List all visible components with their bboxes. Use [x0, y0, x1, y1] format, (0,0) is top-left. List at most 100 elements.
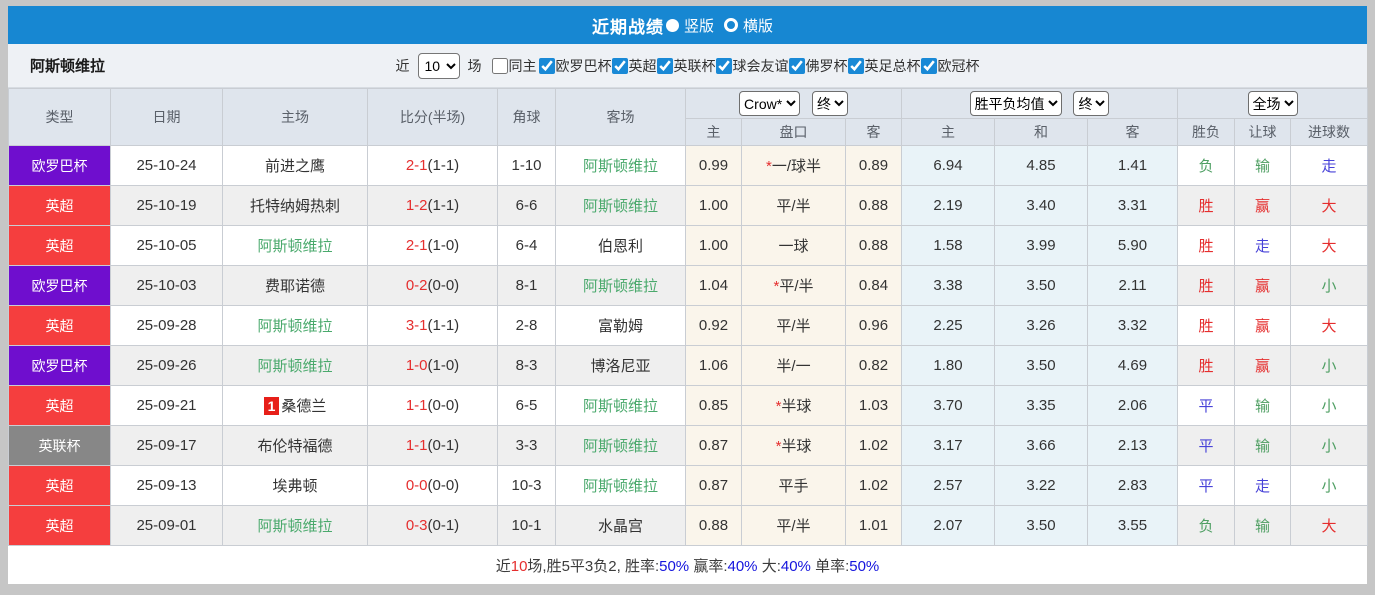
filter-label-0: 同主 [508, 57, 537, 74]
avg-away-cell: 3.55 [1086, 505, 1179, 546]
fulltime-score: 2-1 [405, 237, 428, 254]
league-cell: 英超 [8, 465, 111, 506]
radio-vertical-option[interactable]: 竖版 [665, 15, 724, 36]
filter-item-6[interactable]: 英足总杯 [847, 56, 921, 76]
filter-item-3[interactable]: 英联杯 [656, 56, 716, 76]
filter-item-1[interactable]: 欧罗巴杯 [538, 56, 612, 76]
score-cell: 1-0(1-0) [367, 345, 498, 386]
filter-checkbox-4[interactable] [715, 57, 732, 74]
match-row: 英超 25-09-13 埃弗顿 0-0(0-0) 10-3 阿斯顿维拉 0.87 平手 1.02… [8, 465, 1369, 506]
result-cell: 平 [1177, 465, 1236, 506]
result-cell: 胜 [1177, 345, 1236, 386]
filter-item-5[interactable]: 佛罗杯 [788, 56, 848, 76]
subcol-odds-away: 客 [845, 118, 902, 146]
subcol-avg-draw: 和 [994, 118, 1088, 146]
result-cell: 平 [1177, 425, 1236, 466]
handicap-cell: 半/一 [741, 345, 846, 386]
col-header-date: 日期 [110, 88, 223, 146]
bookmaker-time-select[interactable]: 终 [811, 91, 848, 116]
fulltime-score: 1-1 [405, 437, 428, 454]
league-cell: 英超 [8, 385, 111, 426]
handicap-result-cell: 走 [1234, 465, 1292, 506]
col-header-home: 主场 [222, 88, 368, 146]
filter-item-4[interactable]: 球会友谊 [715, 56, 789, 76]
league-cell: 英超 [8, 185, 111, 226]
fulltime-score: 0-0 [405, 477, 428, 494]
date-cell: 25-09-13 [110, 465, 223, 506]
handicap-cell: *一/球半 [741, 145, 846, 186]
avg-time-select[interactable]: 终 [1073, 91, 1110, 116]
avg-draw-cell: 3.22 [994, 465, 1088, 506]
home-team-name: 前进之鹰 [264, 158, 325, 175]
bookmaker-select[interactable]: Crow* [739, 91, 801, 116]
scope-select[interactable]: 全场 [1247, 91, 1298, 116]
away-team-cell: 阿斯顿维拉 [555, 425, 686, 466]
filter-label-6: 英足总杯 [864, 57, 921, 74]
summary-part-9: 单率: [810, 557, 850, 575]
score-cell: 0-2(0-0) [367, 265, 498, 306]
avg-home-cell: 3.17 [901, 425, 995, 466]
team-name: 阿斯顿维拉 [30, 58, 106, 75]
avg-draw-cell: 3.50 [994, 505, 1088, 546]
date-cell: 25-10-05 [110, 225, 223, 266]
avg-home-cell: 3.70 [901, 385, 995, 426]
halftime-score: (1-0) [427, 237, 460, 254]
filter-checkbox-6[interactable] [847, 57, 864, 74]
date-cell: 25-09-01 [110, 505, 223, 546]
home-team-cell: 布伦特福德 [222, 425, 368, 466]
recent-suffix-label: 场 [467, 57, 482, 74]
avg-home-cell: 1.58 [901, 225, 995, 266]
filter-checkbox-1[interactable] [538, 57, 555, 74]
subcol-avg-home: 主 [901, 118, 995, 146]
radio-unselected-icon [724, 18, 738, 32]
handicap-result-cell: 输 [1234, 145, 1292, 186]
league-cell: 英超 [8, 305, 111, 346]
goals-cell: 小 [1290, 425, 1369, 466]
goals-cell: 小 [1290, 265, 1369, 306]
handicap-name: 一球 [778, 238, 809, 255]
avg-away-cell: 2.83 [1086, 465, 1179, 506]
home-odds-cell: 0.87 [685, 425, 742, 466]
date-cell: 25-09-21 [110, 385, 223, 426]
away-team-cell: 阿斯顿维拉 [555, 265, 686, 306]
fulltime-score: 0-3 [405, 517, 428, 534]
handicap-name: 平/半 [779, 278, 814, 295]
recent-count-select[interactable]: 10 [417, 52, 460, 79]
fulltime-score: 1-1 [405, 397, 428, 414]
match-row: 欧罗巴杯 25-09-26 阿斯顿维拉 1-0(1-0) 8-3 博洛尼亚 1.06 半/一 0… [8, 345, 1369, 386]
corner-cell: 3-3 [497, 425, 556, 466]
col-header-away: 客场 [555, 88, 686, 146]
home-team-cell: 阿斯顿维拉 [222, 305, 368, 346]
score-cell: 2-1(1-1) [367, 145, 498, 186]
away-odds-cell: 0.84 [845, 265, 902, 306]
radio-horizontal-option[interactable]: 横版 [724, 15, 783, 36]
avg-away-cell: 2.11 [1086, 265, 1179, 306]
subcol-handicap-result: 让球 [1234, 118, 1292, 146]
avg-home-cell: 2.57 [901, 465, 995, 506]
avg-home-cell: 2.07 [901, 505, 995, 546]
summary-part-1: 10 [510, 557, 528, 575]
filter-checkbox-3[interactable] [656, 57, 673, 74]
avg-home-cell: 6.94 [901, 145, 995, 186]
avg-home-cell: 1.80 [901, 345, 995, 386]
filter-checkbox-2[interactable] [611, 57, 628, 74]
home-team-cell: 阿斯顿维拉 [222, 505, 368, 546]
col-header-type: 类型 [8, 88, 111, 146]
handicap-cell: *平/半 [741, 265, 846, 306]
match-row: 英超 25-10-19 托特纳姆热刺 1-2(1-1) 6-6 阿斯顿维拉 1.00 平/半 0… [8, 185, 1369, 226]
panel-title: 近期战绩 [591, 17, 664, 37]
avg-type-select[interactable]: 胜平负均值 [969, 91, 1062, 116]
filter-checkbox-7[interactable] [920, 57, 937, 74]
handicap-result-cell: 输 [1234, 425, 1292, 466]
filter-checkbox-5[interactable] [788, 57, 805, 74]
subcol-odds-home: 主 [685, 118, 742, 146]
avg-draw-cell: 3.66 [994, 425, 1088, 466]
filter-item-0[interactable]: 同主 [491, 56, 537, 76]
recent-results-panel: 近期战绩 竖版 横版 阿斯顿维拉 近 10 场 同主 欧罗巴杯 英超 英联杯 球会友谊佛… [8, 6, 1369, 584]
filter-item-7[interactable]: 欧冠杯 [920, 56, 980, 76]
scope-group-header: 全场 [1177, 88, 1369, 119]
filter-item-2[interactable]: 英超 [611, 56, 657, 76]
home-odds-cell: 1.00 [685, 185, 742, 226]
filter-checkbox-0[interactable] [491, 57, 508, 74]
home-odds-cell: 0.92 [685, 305, 742, 346]
